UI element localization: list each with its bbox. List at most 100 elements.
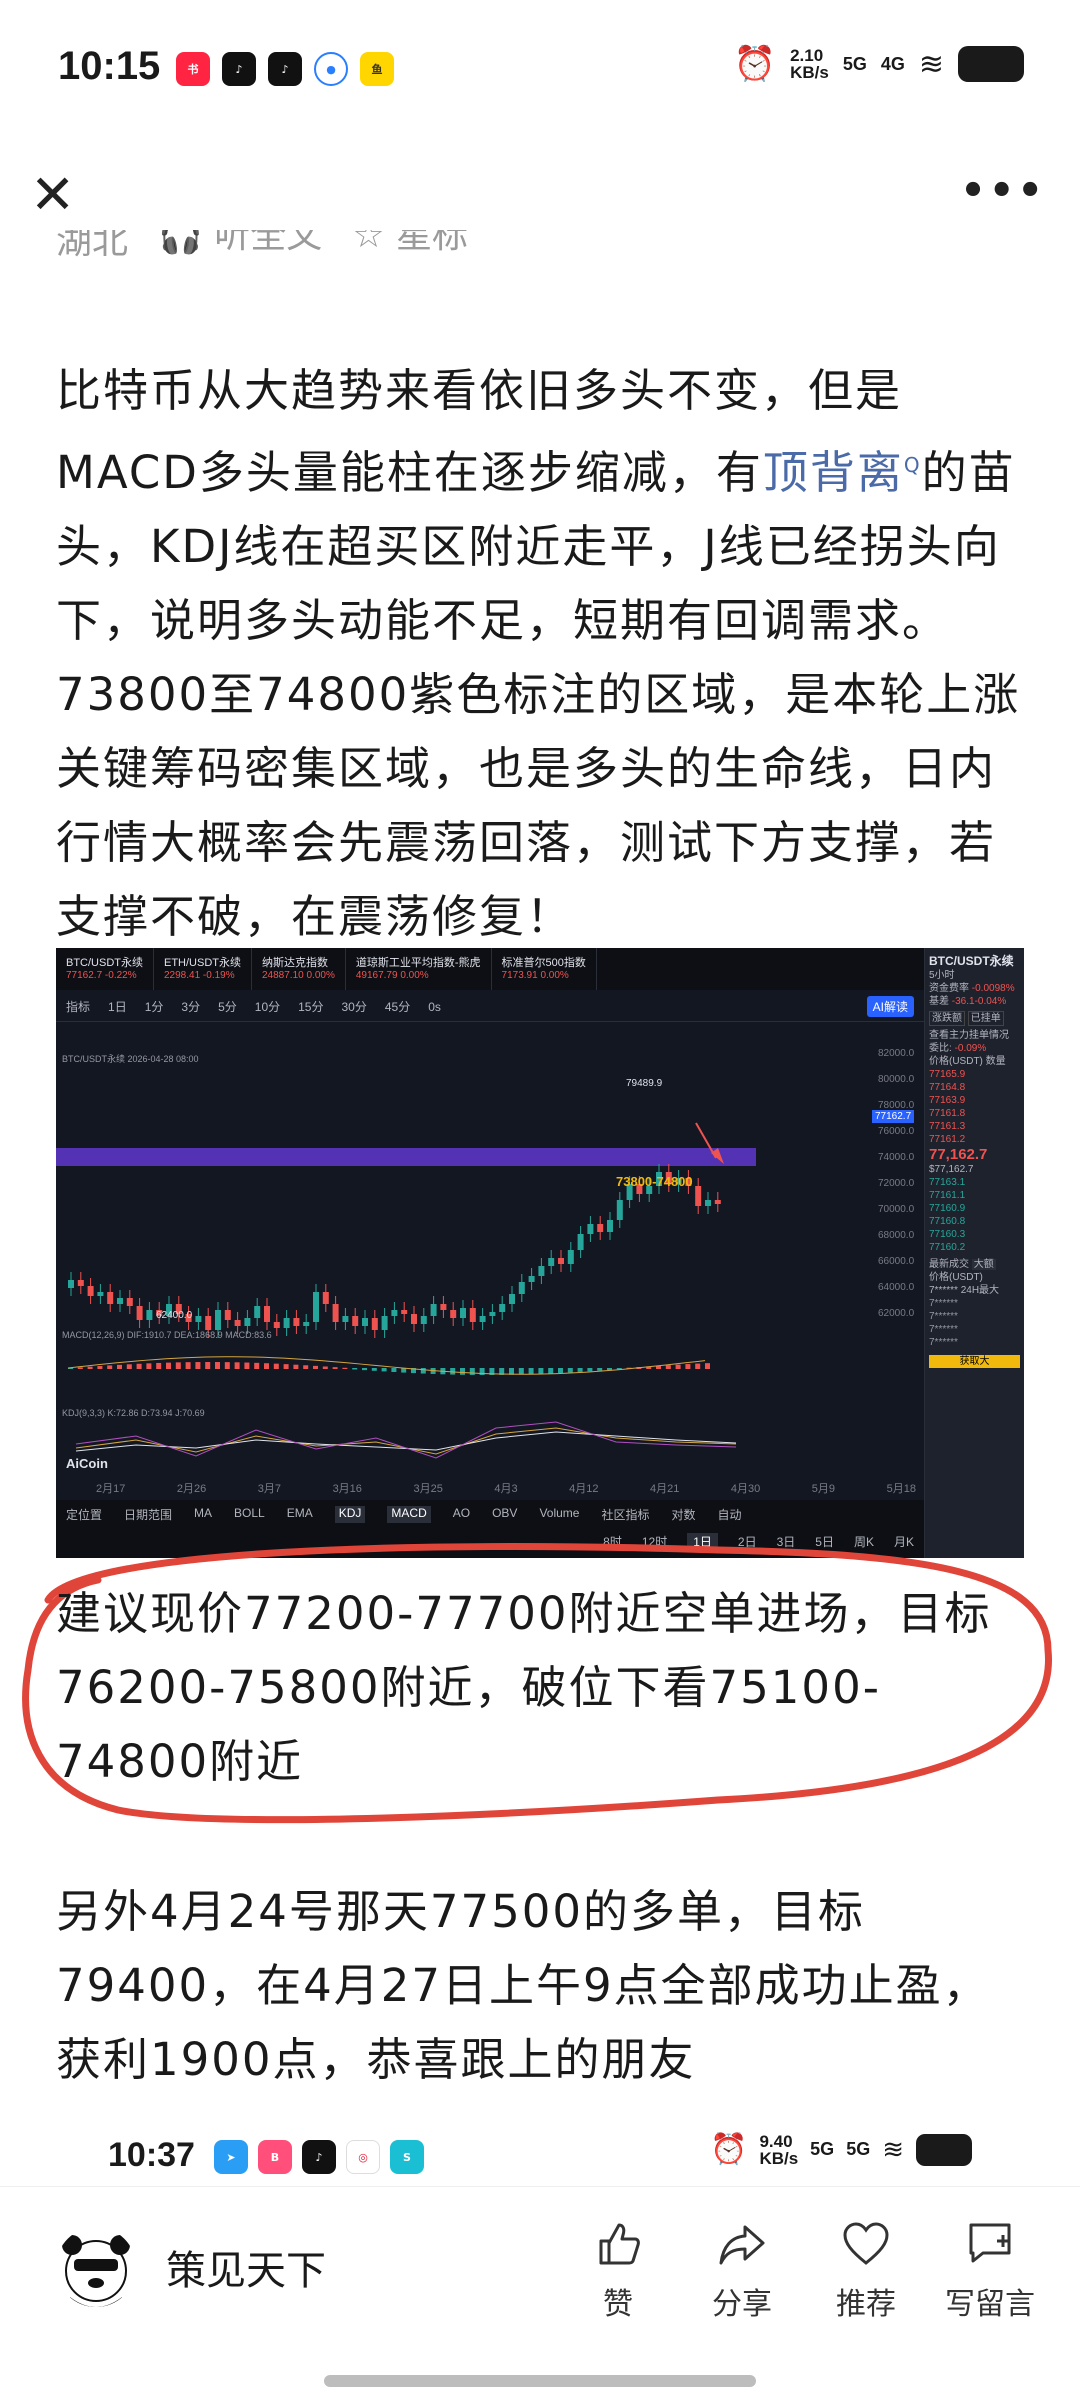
- y-tick: 78000.0: [878, 1100, 915, 1111]
- macd-bar: [283, 1364, 289, 1369]
- macd-bar: [420, 1368, 426, 1374]
- candle-body: [68, 1280, 74, 1288]
- headphone-icon: 🎧: [158, 230, 203, 256]
- indicator-tab[interactable]: MACD: [387, 1506, 431, 1523]
- candle-body: [411, 1314, 417, 1324]
- candle-body: [362, 1318, 368, 1326]
- macd-label: MACD(12,26,9) DIF:1910.7 DEA:1868.9 MACD…: [62, 1330, 272, 1340]
- candle-body: [509, 1294, 515, 1304]
- search-icon[interactable]: Q: [904, 453, 922, 477]
- candle-body: [469, 1308, 476, 1322]
- macd-bar: [391, 1368, 397, 1373]
- indicator-tab[interactable]: KDJ: [334, 1506, 366, 1523]
- zone-label: 73800-74800: [616, 1174, 693, 1189]
- indicator-tab[interactable]: 自动: [718, 1506, 742, 1523]
- x-tick: 4月3: [494, 1483, 518, 1495]
- indicator-tab[interactable]: BOLL: [234, 1506, 265, 1523]
- candle-body: [87, 1286, 94, 1296]
- message-icon: ●: [314, 52, 348, 86]
- keyword-link[interactable]: 顶背离: [763, 446, 904, 499]
- candle-body: [695, 1186, 702, 1206]
- macd-bar: [577, 1368, 583, 1372]
- kdj-label: KDJ(9,3,3) K:72.86 D:73.94 J:70.69: [62, 1408, 205, 1418]
- avatar[interactable]: [56, 2227, 136, 2307]
- star-button[interactable]: ☆ 星标: [352, 230, 468, 264]
- macd-bar: [77, 1367, 83, 1369]
- candle-body: [567, 1250, 574, 1264]
- candle-body: [558, 1258, 564, 1264]
- indicator-tab[interactable]: 对数: [671, 1506, 695, 1523]
- more-icon[interactable]: •••: [960, 168, 1046, 214]
- author-info[interactable]: 策见天下: [56, 2227, 326, 2307]
- like-button[interactable]: 赞: [568, 2209, 668, 2323]
- candle-body: [538, 1266, 545, 1276]
- x-tick: 3月16: [332, 1483, 362, 1495]
- side-buttons[interactable]: 涨跌额 已挂单: [929, 1011, 1020, 1026]
- candle-body: [420, 1316, 427, 1324]
- indicator-tab[interactable]: Volume: [539, 1506, 579, 1523]
- macd-bar: [342, 1367, 348, 1369]
- status-right: ⏰ 2.10 KB/s 5G 4G ≋: [734, 44, 1024, 84]
- ask-row: 77163.9: [929, 1095, 966, 1106]
- fetch-button[interactable]: 获取大: [929, 1355, 1020, 1368]
- article-paragraph-3: 另外4月24号那天77500的多单，目标79400，在4月27日上午9点全部成功…: [56, 1885, 990, 2086]
- bid-row: 77160.8: [929, 1216, 966, 1227]
- macd-bar: [264, 1363, 269, 1369]
- candle-body: [264, 1306, 270, 1322]
- indicator-tab[interactable]: EMA: [287, 1506, 313, 1523]
- x-axis: 2月17 2月26 3月7 3月16 3月25 4月3 4月12 4月21 4月30 5月9 5月1…: [96, 1480, 916, 1496]
- location-label: 湖北: [56, 230, 129, 262]
- x-tick: 4月12: [569, 1483, 599, 1495]
- macd-bar: [705, 1363, 710, 1369]
- app-icon: S: [390, 2140, 424, 2174]
- macd-bar: [107, 1365, 113, 1369]
- macd-bar: [450, 1368, 456, 1375]
- candle-body: [518, 1282, 525, 1294]
- candle-body: [616, 1200, 623, 1220]
- candle-body: [313, 1292, 319, 1322]
- indicator-tab[interactable]: 定位置: [66, 1506, 102, 1523]
- y-tick: 68000.0: [878, 1230, 915, 1241]
- x-tick: 3月25: [413, 1483, 443, 1495]
- listen-button[interactable]: 🎧 听全文: [158, 230, 322, 264]
- macd-bar: [126, 1364, 132, 1369]
- x-tick: 4月30: [730, 1483, 761, 1495]
- ask-row: 77165.9: [929, 1069, 966, 1080]
- candle-body: [97, 1292, 104, 1296]
- candle-body: [77, 1280, 84, 1286]
- recommend-button[interactable]: 推荐: [816, 2209, 916, 2323]
- y-tick: 64000.0: [878, 1282, 915, 1293]
- signal-4g-icon: 4G: [880, 53, 905, 74]
- candle-body: [215, 1310, 221, 1330]
- macd-bar: [87, 1366, 93, 1369]
- indicator-tab[interactable]: OBV: [492, 1506, 517, 1523]
- indicator-tab[interactable]: MA: [194, 1506, 212, 1523]
- x-tick: 2月26: [176, 1483, 207, 1495]
- indicator-tab[interactable]: 日期范围: [124, 1506, 172, 1523]
- douyin-icon: ♪: [302, 2140, 336, 2174]
- macd-bar: [362, 1368, 367, 1371]
- wifi-icon: ≋: [882, 2134, 904, 2164]
- home-indicator[interactable]: [324, 2375, 756, 2387]
- alarm-icon: ⏰: [733, 45, 777, 83]
- candle-body: [450, 1310, 457, 1318]
- indicator-tab[interactable]: AO: [453, 1506, 470, 1523]
- indicator-tab[interactable]: 社区指标: [601, 1506, 649, 1523]
- comment-button[interactable]: 写留言: [940, 2209, 1040, 2323]
- candle-body: [283, 1318, 290, 1328]
- alarm-icon: ⏰: [710, 2133, 748, 2166]
- macd-bar: [175, 1362, 181, 1369]
- douyin-icon: ♪: [268, 52, 302, 86]
- candle-body: [146, 1310, 153, 1320]
- macd-bar: [303, 1365, 309, 1369]
- bid-row: 77163.1: [929, 1177, 966, 1188]
- net-speed: 2.10 KB/s: [790, 46, 829, 82]
- candle-body: [244, 1318, 251, 1326]
- share-button[interactable]: 分享: [692, 2209, 792, 2323]
- high-label: 79489.9: [626, 1078, 663, 1089]
- y-tick: 82000.0: [878, 1048, 915, 1059]
- candle-body: [705, 1200, 711, 1206]
- close-icon[interactable]: ✕: [30, 168, 75, 222]
- candle-body: [234, 1320, 241, 1326]
- support-zone: [56, 1148, 756, 1166]
